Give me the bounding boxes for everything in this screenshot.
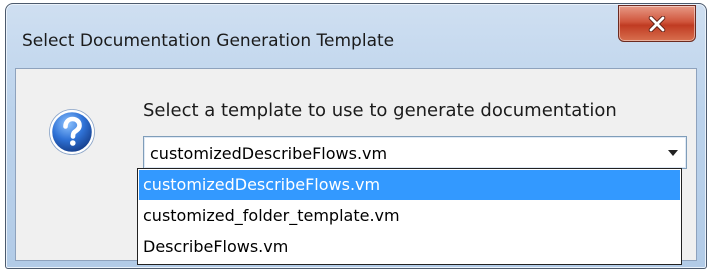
option-customized-folder-template[interactable]: customized_folder_template.vm	[139, 201, 680, 231]
option-describe-flows[interactable]: DescribeFlows.vm	[139, 232, 680, 262]
template-select[interactable]: customizedDescribeFlows.vm	[143, 136, 687, 169]
template-dropdown-list[interactable]: customizedDescribeFlows.vm customized_fo…	[137, 168, 682, 265]
chevron-down-icon[interactable]	[668, 150, 678, 156]
close-icon	[648, 15, 666, 32]
close-button[interactable]	[618, 5, 696, 42]
prompt-label: Select a template to use to generate doc…	[143, 100, 617, 121]
window-title: Select Documentation Generation Template	[22, 31, 395, 51]
question-icon	[49, 109, 95, 155]
title-bar[interactable]: Select Documentation Generation Template	[6, 4, 706, 56]
option-customized-describe-flows[interactable]: customizedDescribeFlows.vm	[139, 170, 680, 200]
template-select-value: customizedDescribeFlows.vm	[150, 144, 388, 163]
